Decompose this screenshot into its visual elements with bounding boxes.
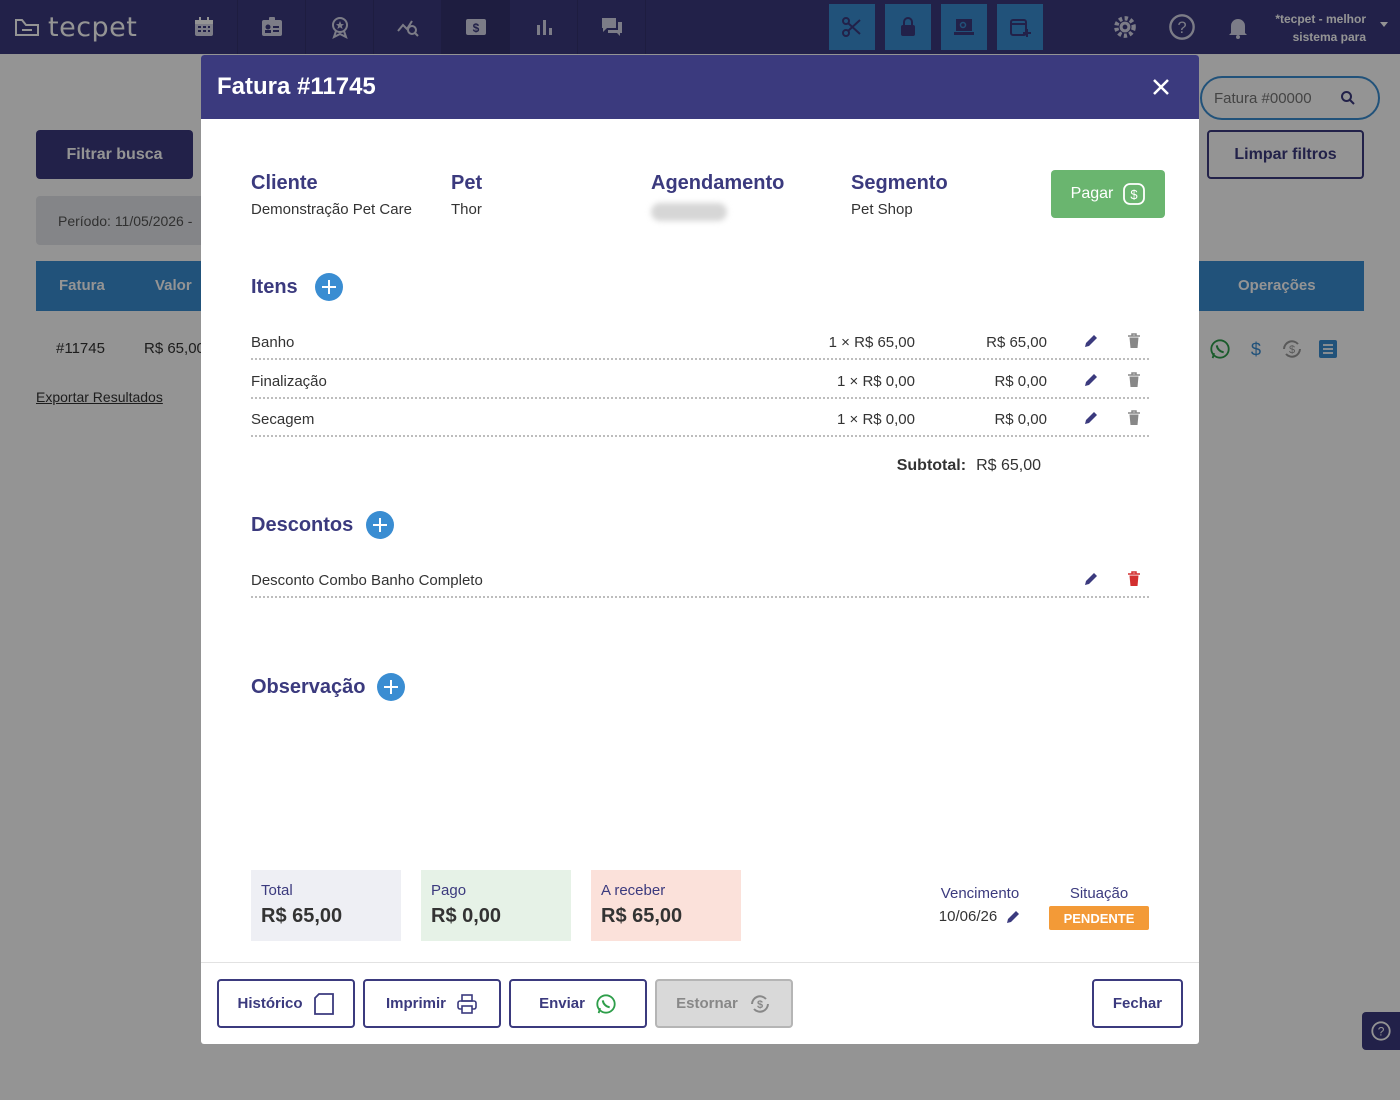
discounts-title: Descontos [251, 514, 354, 536]
info-pet: Pet Thor [451, 172, 482, 218]
svg-text:$: $ [757, 999, 763, 1011]
info-agendamento: Agendamento [651, 172, 784, 221]
send-button-label: Enviar [539, 995, 585, 1012]
document-icon [313, 992, 334, 1015]
info-cliente: Cliente Demonstração Pet Care [251, 172, 412, 218]
item-name: Banho [251, 334, 295, 351]
item-quantity-price: 1 × R$ 65,00 [828, 334, 915, 351]
item-row: Finalização 1 × R$ 0,00 R$ 0,00 [251, 361, 1149, 399]
item-quantity-price: 1 × R$ 0,00 [837, 411, 915, 428]
due-label: Vencimento [940, 885, 1020, 902]
subtotal: Subtotal: R$ 65,00 [897, 457, 1041, 475]
pet-value: Thor [451, 201, 482, 218]
add-observation-plus-icon[interactable] [377, 673, 405, 701]
pay-button-label: Pagar [1070, 185, 1114, 202]
item-name: Secagem [251, 411, 315, 428]
total-value: R$ 65,00 [261, 905, 343, 927]
history-button[interactable]: Histórico [217, 979, 355, 1028]
modal-title: Fatura #11745 [217, 73, 376, 100]
observation-title: Observação [251, 676, 366, 698]
pencil-icon[interactable] [1083, 372, 1101, 390]
discount-name: Desconto Combo Banho Completo [251, 572, 483, 589]
info-segmento: Segmento Pet Shop [851, 172, 948, 218]
pay-button[interactable]: Pagar $ [1051, 170, 1165, 218]
trash-icon[interactable] [1127, 571, 1143, 589]
money-icon: $ [1123, 183, 1146, 205]
pencil-icon[interactable] [1083, 571, 1101, 589]
item-total: R$ 0,00 [994, 373, 1047, 390]
paid-label: Pago [431, 882, 467, 899]
status: Situação PENDENTE [1049, 885, 1149, 930]
agendamento-label: Agendamento [651, 172, 785, 194]
cliente-label: Cliente [251, 172, 318, 194]
item-name: Finalização [251, 373, 327, 390]
item-total: R$ 0,00 [994, 411, 1047, 428]
history-button-label: Histórico [237, 995, 303, 1012]
total-label: Total [261, 882, 293, 899]
item-quantity-price: 1 × R$ 0,00 [837, 373, 915, 390]
paid-value: R$ 0,00 [431, 905, 502, 927]
receivable-value: R$ 65,00 [601, 905, 683, 927]
item-row: Banho 1 × R$ 65,00 R$ 65,00 [251, 322, 1149, 360]
pencil-icon[interactable] [1083, 410, 1101, 428]
edit-due-date-pencil-icon[interactable] [1005, 909, 1021, 925]
segmento-label: Segmento [851, 172, 948, 194]
agendamento-blurred-value[interactable] [651, 203, 727, 221]
subtotal-label: Subtotal: [896, 457, 967, 474]
whatsapp-icon [596, 993, 616, 1014]
send-button[interactable]: Enviar [509, 979, 647, 1028]
item-total: R$ 65,00 [986, 334, 1047, 351]
refund-icon: $ [750, 994, 769, 1013]
items-title: Itens [251, 276, 298, 298]
subtotal-value: R$ 65,00 [976, 457, 1041, 474]
cliente-value: Demonstração Pet Care [251, 201, 412, 218]
invoice-modal: Fatura #11745 Cliente Demonstração Pet C… [201, 55, 1199, 1044]
pencil-icon[interactable] [1083, 333, 1101, 351]
summary-receivable: A receber R$ 65,00 [591, 870, 741, 941]
receivable-label: A receber [601, 882, 666, 899]
due-date: Vencimento 10/06/26 [936, 885, 1024, 925]
refund-button[interactable]: Estornar $ [655, 979, 793, 1028]
close-icon[interactable] [1149, 75, 1173, 99]
item-row: Secagem 1 × R$ 0,00 R$ 0,00 [251, 399, 1149, 437]
discount-row: Desconto Combo Banho Completo [251, 560, 1149, 598]
status-badge: PENDENTE [1049, 906, 1149, 930]
summary-total: Total R$ 65,00 [251, 870, 401, 941]
pet-label: Pet [451, 172, 483, 194]
status-label: Situação [1069, 885, 1129, 902]
svg-text:$: $ [1131, 187, 1139, 202]
modal-header: Fatura #11745 [201, 55, 1199, 119]
print-button[interactable]: Imprimir [363, 979, 501, 1028]
add-discount-plus-icon[interactable] [366, 511, 394, 539]
trash-icon[interactable] [1127, 372, 1143, 390]
modal-footer: Histórico Imprimir Enviar Estornar $ Fec… [201, 962, 1199, 1044]
print-button-label: Imprimir [385, 995, 446, 1012]
trash-icon[interactable] [1127, 333, 1143, 351]
trash-icon[interactable] [1127, 410, 1143, 428]
segmento-value: Pet Shop [851, 201, 913, 218]
close-button[interactable]: Fechar [1092, 979, 1183, 1028]
refund-button-label: Estornar [676, 995, 738, 1012]
summary-paid: Pago R$ 0,00 [421, 870, 571, 941]
due-date-value: 10/06/26 [938, 908, 998, 925]
printer-icon [457, 993, 477, 1014]
add-item-plus-icon[interactable] [315, 273, 343, 301]
